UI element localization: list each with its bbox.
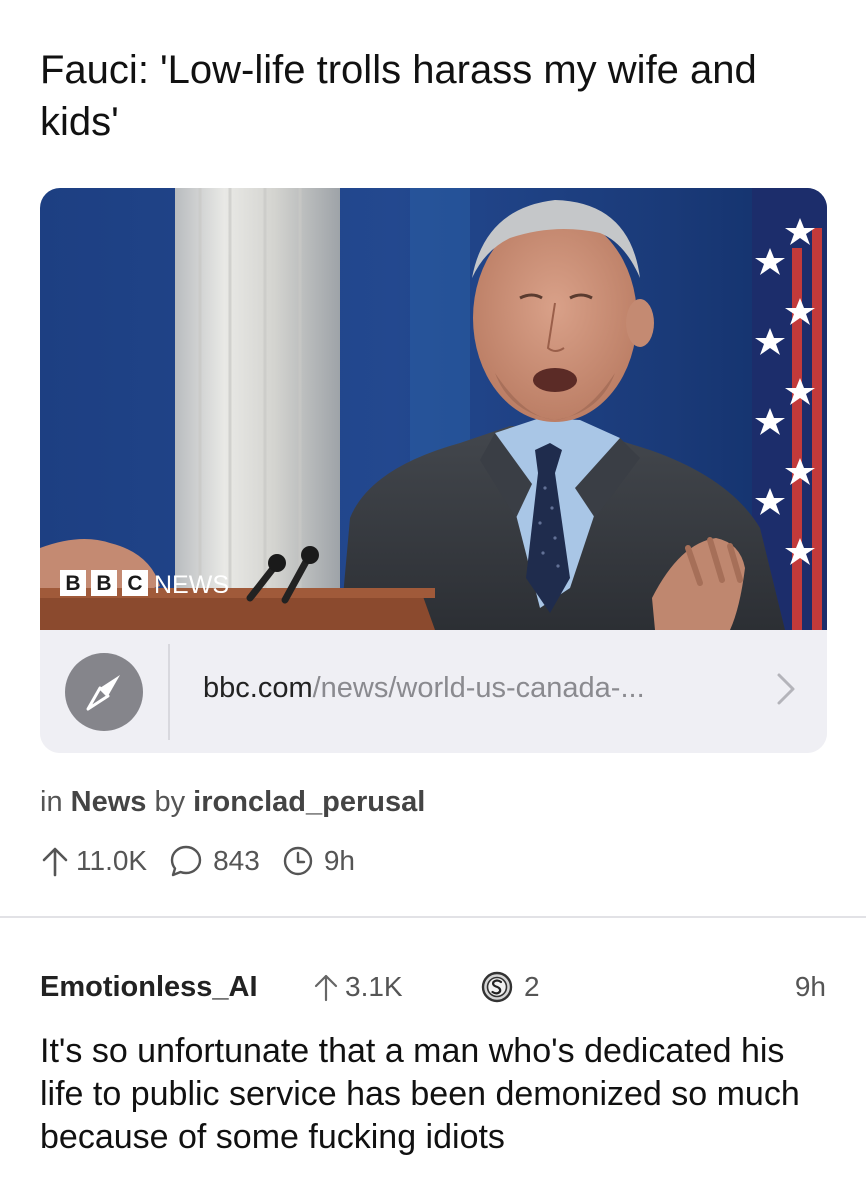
comment-award-count: 2 xyxy=(524,971,540,1002)
comment-author[interactable]: Emotionless_AI xyxy=(40,966,258,1008)
link-url[interactable]: bbc.com/news/world-us-canada-... xyxy=(203,668,645,708)
link-path: /news/world-us-canada-... xyxy=(312,672,645,704)
bbc-logo-word: NEWS xyxy=(154,571,229,599)
meta-by-prefix: by xyxy=(154,786,186,818)
upvote-stat[interactable]: 11.0K xyxy=(40,845,147,877)
community-link[interactable]: News xyxy=(71,786,147,818)
link-divider xyxy=(168,644,170,740)
upvote-arrow-icon xyxy=(314,974,338,1002)
silver-award-icon xyxy=(481,971,513,1003)
comment-count: 843 xyxy=(213,845,260,876)
comment-upvote-count: 3.1K xyxy=(345,971,403,1002)
link-domain: bbc.com xyxy=(203,672,313,704)
compass-icon xyxy=(65,653,143,731)
bbc-logo-letter: B xyxy=(96,572,111,595)
bbc-news-logo: B B C NEWS xyxy=(60,570,229,599)
post-stats: 11.0K 843 9h xyxy=(40,840,355,882)
age-stat: 9h xyxy=(282,845,355,877)
link-preview-card[interactable]: B B C NEWS bbc.com/news/world-us-canada-… xyxy=(40,188,827,753)
post-meta: in News by ironclad_perusal xyxy=(40,782,425,822)
upvote-count: 11.0K xyxy=(76,845,148,876)
meta-in-prefix: in xyxy=(40,786,63,818)
comment-bubble-icon xyxy=(170,845,202,877)
post-age: 9h xyxy=(323,845,355,876)
comment-stat[interactable]: 843 xyxy=(169,844,260,878)
comment-body[interactable]: It's so unfortunate that a man who's ded… xyxy=(40,1030,830,1159)
upvote-arrow-icon xyxy=(42,847,68,877)
comment-award-stat[interactable]: 2 xyxy=(480,966,540,1008)
clock-icon xyxy=(283,846,313,876)
post-title[interactable]: Fauci: 'Low-life trolls harass my wife a… xyxy=(40,44,830,148)
comment-upvote-stat[interactable]: 3.1K xyxy=(313,966,403,1008)
comment-header: Emotionless_AI 3.1K 2 9h xyxy=(40,966,826,1008)
author-link[interactable]: ironclad_perusal xyxy=(193,786,425,818)
bbc-logo-letter: C xyxy=(127,572,142,595)
comment-time: 9h xyxy=(794,971,826,1002)
section-divider xyxy=(0,916,866,918)
bbc-logo-letter: B xyxy=(65,572,80,595)
article-thumbnail[interactable]: B B C NEWS xyxy=(40,188,827,630)
chevron-right-icon xyxy=(777,673,795,705)
link-bar[interactable]: bbc.com/news/world-us-canada-... xyxy=(40,630,827,753)
